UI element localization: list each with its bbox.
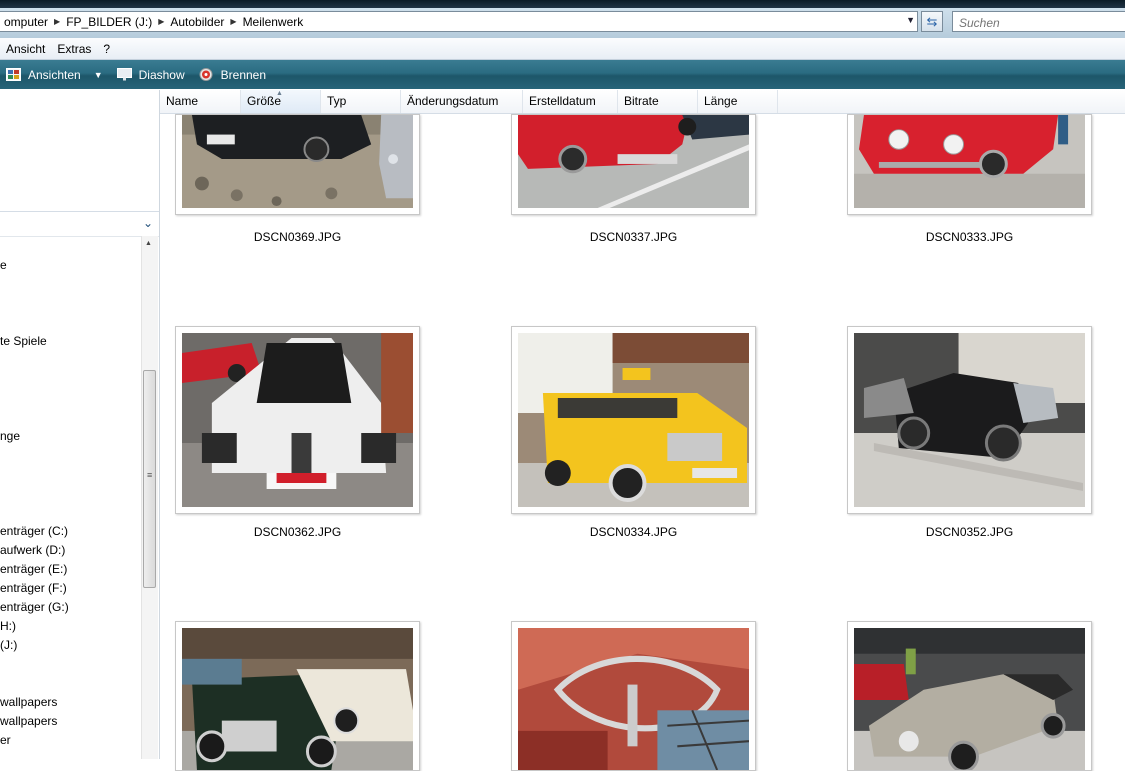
views-button[interactable]: Ansichten ▼ xyxy=(6,68,103,82)
nav-item-drive-h[interactable]: H:) xyxy=(0,619,16,633)
column-name[interactable]: Name xyxy=(160,90,241,113)
nav-item-wallpapers[interactable]: wallpapers xyxy=(0,714,57,728)
thumbnail-frame[interactable] xyxy=(847,621,1092,771)
column-type[interactable]: Typ xyxy=(321,90,401,113)
thumbnail-frame[interactable] xyxy=(175,621,420,771)
thumbnail-image xyxy=(518,628,749,770)
column-bitrate[interactable]: Bitrate xyxy=(618,90,698,113)
command-bar: Ansichten ▼ Diashow Brennen xyxy=(0,60,1125,89)
nav-item[interactable]: nge xyxy=(0,429,20,443)
column-length[interactable]: Länge xyxy=(698,90,778,113)
thumbnail-image xyxy=(854,115,1085,208)
thumbnail-frame[interactable] xyxy=(511,114,756,215)
search-box[interactable] xyxy=(952,11,1125,32)
slideshow-icon xyxy=(116,68,132,81)
grip-icon: ≡ xyxy=(147,470,153,480)
thumbnail-image xyxy=(518,333,749,507)
breadcrumb-computer[interactable]: omputer xyxy=(0,15,52,29)
nav-item-drive-j[interactable]: (J:) xyxy=(0,638,17,652)
slideshow-label: Diashow xyxy=(138,67,185,82)
navigation-pane: ⌄ e te Spiele nge enträger (C:) aufwerk … xyxy=(0,90,160,759)
thumbnail-frame[interactable] xyxy=(847,326,1092,514)
breadcrumb-drive[interactable]: FP_BILDER (J:) xyxy=(62,15,156,29)
refresh-button[interactable]: ⇆ xyxy=(921,11,943,32)
thumbnail-frame[interactable] xyxy=(511,326,756,514)
nav-item-drive-e[interactable]: enträger (E:) xyxy=(0,562,67,576)
views-icon xyxy=(6,68,21,81)
nav-item-drive-c[interactable]: enträger (C:) xyxy=(0,524,68,538)
breadcrumb-arrow-icon[interactable]: ▶ xyxy=(156,17,166,26)
nav-item[interactable]: er xyxy=(0,733,11,747)
file-name-label[interactable]: DSCN0334.JPG xyxy=(511,525,756,539)
thumbnail-frame[interactable] xyxy=(511,621,756,771)
chevron-down-icon[interactable]: ⌄ xyxy=(143,216,153,230)
menu-help[interactable]: ? xyxy=(97,42,116,56)
file-name-label[interactable]: DSCN0333.JPG xyxy=(847,230,1092,244)
search-input[interactable] xyxy=(957,13,1121,32)
burn-label: Brennen xyxy=(220,67,267,82)
address-area: omputer ▶ FP_BILDER (J:) ▶ Autobilder ▶ … xyxy=(0,8,1125,38)
nav-item-drive-f[interactable]: enträger (F:) xyxy=(0,581,67,595)
file-name-label[interactable]: DSCN0362.JPG xyxy=(175,525,420,539)
sort-arrow-icon: ▲ xyxy=(276,90,283,97)
address-dropdown-icon[interactable]: ▼ xyxy=(906,15,915,25)
thumbnail-image xyxy=(182,115,413,208)
favorite-links-pane xyxy=(0,90,159,212)
breadcrumb-arrow-icon[interactable]: ▶ xyxy=(52,17,62,26)
breadcrumb-meilenwerk[interactable]: Meilenwerk xyxy=(239,15,308,29)
column-header-bar: Name Größe ▲ Typ Änderungsdatum Erstelld… xyxy=(160,90,1125,114)
views-label: Ansichten xyxy=(28,67,81,82)
folders-header[interactable]: ⌄ xyxy=(0,212,159,237)
thumbnail-frame[interactable] xyxy=(175,114,420,215)
menu-extras[interactable]: Extras xyxy=(51,42,97,56)
scrollbar-thumb[interactable]: ≡ xyxy=(143,370,156,588)
thumbnail-image xyxy=(182,628,413,770)
thumbnail-image xyxy=(182,333,413,507)
nav-item-drive-g[interactable]: enträger (G:) xyxy=(0,600,69,614)
thumbnail-image xyxy=(854,333,1085,507)
column-modified[interactable]: Änderungsdatum xyxy=(401,90,523,113)
file-name-label[interactable]: DSCN0369.JPG xyxy=(175,230,420,244)
scroll-up-arrow-icon[interactable]: ▲ xyxy=(145,240,152,247)
nav-item[interactable]: te Spiele xyxy=(0,334,47,348)
thumbnail-frame[interactable] xyxy=(175,326,420,514)
thumbnail-image xyxy=(518,115,749,208)
breadcrumb-autobilder[interactable]: Autobilder xyxy=(166,15,228,29)
nav-item-wallpapers[interactable]: wallpapers xyxy=(0,695,57,709)
nav-item[interactable]: e xyxy=(0,258,7,272)
thumbnail-image xyxy=(854,628,1085,770)
column-created[interactable]: Erstelldatum xyxy=(523,90,618,113)
nav-item-drive-d[interactable]: aufwerk (D:) xyxy=(0,543,65,557)
file-name-label[interactable]: DSCN0352.JPG xyxy=(847,525,1092,539)
burn-disc-icon xyxy=(199,68,214,81)
menu-ansicht[interactable]: Ansicht xyxy=(0,42,51,56)
nav-scrollbar[interactable]: ▲ ≡ xyxy=(141,236,158,759)
menu-bar: Ansicht Extras ? xyxy=(0,38,1125,60)
thumbnail-frame[interactable] xyxy=(847,114,1092,215)
file-name-label[interactable]: DSCN0337.JPG xyxy=(511,230,756,244)
window-top-strip xyxy=(0,0,1125,8)
refresh-icon: ⇆ xyxy=(926,13,938,29)
slideshow-button[interactable]: Diashow xyxy=(116,67,185,82)
breadcrumb-arrow-icon[interactable]: ▶ xyxy=(228,17,238,26)
address-bar[interactable]: omputer ▶ FP_BILDER (J:) ▶ Autobilder ▶ … xyxy=(0,11,918,32)
burn-button[interactable]: Brennen xyxy=(199,68,266,82)
views-dropdown-icon[interactable]: ▼ xyxy=(94,70,103,80)
